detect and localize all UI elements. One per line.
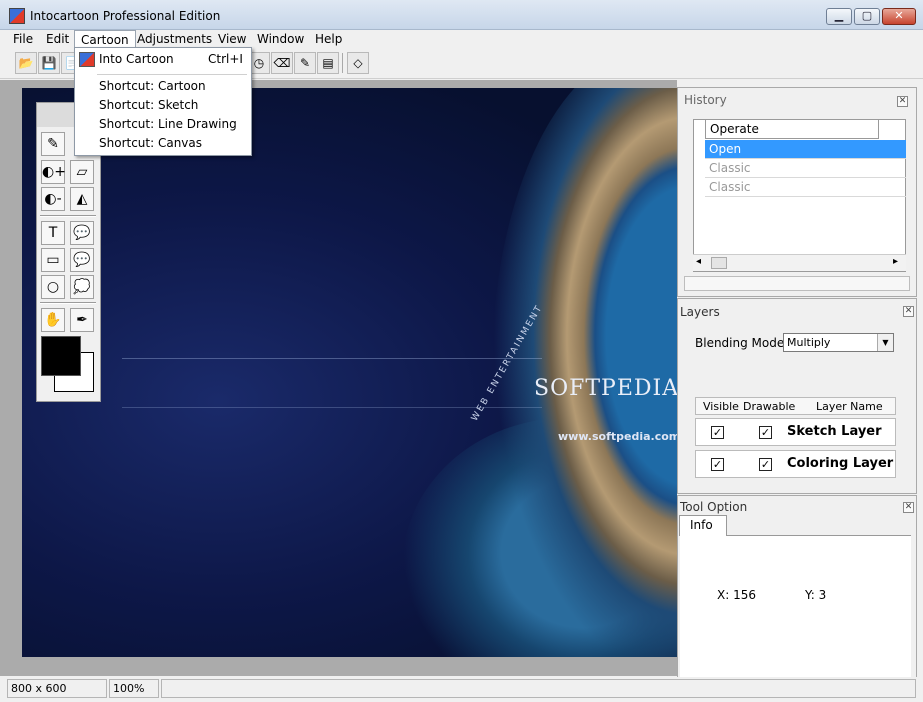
- menu-item-shortcut-canvas[interactable]: Shortcut: Canvas: [75, 134, 251, 153]
- scroll-thumb[interactable]: [711, 257, 727, 269]
- eraser-icon[interactable]: ▱: [70, 160, 94, 184]
- title-bar: Intocartoon Professional Edition ▁ ▢ ✕: [0, 0, 923, 30]
- layers-tools-icon[interactable]: ▤: [317, 52, 339, 74]
- visible-checkbox[interactable]: ✓: [711, 458, 724, 471]
- layer-row-sketch[interactable]: ✓ ✓ Sketch Layer: [695, 418, 896, 446]
- menu-item-shortcut-sketch[interactable]: Shortcut: Sketch: [75, 96, 251, 115]
- open-folder-icon[interactable]: 📂: [15, 52, 37, 74]
- menu-adjustments[interactable]: Adjustments: [131, 30, 218, 48]
- drawable-checkbox[interactable]: ✓: [759, 426, 772, 439]
- info-area: X: 156 Y: 3: [680, 535, 911, 688]
- history-row[interactable]: Classic: [705, 159, 906, 178]
- palette-separator: [40, 215, 96, 217]
- speech-bubble-round-icon[interactable]: 💬: [70, 248, 94, 272]
- scroll-right-icon[interactable]: ▸: [893, 256, 898, 267]
- status-message: [161, 679, 916, 698]
- blending-mode-select[interactable]: Multiply ▼: [783, 333, 894, 352]
- app-icon: [9, 8, 25, 24]
- menu-help[interactable]: Help: [309, 30, 348, 48]
- pencil-icon[interactable]: ✎: [41, 132, 65, 156]
- menu-file[interactable]: File: [7, 30, 39, 48]
- into-cartoon-icon: [79, 52, 95, 67]
- status-bar: 800 x 600 100%: [0, 677, 923, 702]
- close-button[interactable]: ✕: [882, 8, 916, 25]
- menu-item-shortcut-cartoon[interactable]: Shortcut: Cartoon: [75, 77, 251, 96]
- close-icon[interactable]: ✕: [903, 306, 914, 317]
- brush-tools-icon[interactable]: ✎: [294, 52, 316, 74]
- layer-row-coloring[interactable]: ✓ ✓ Coloring Layer: [695, 450, 896, 478]
- image-size-status: 800 x 600: [7, 679, 107, 698]
- remove-brush-icon[interactable]: ◐-: [41, 187, 65, 211]
- layer-name: Sketch Layer: [787, 424, 882, 439]
- watermark-title: SOFTPEDIA: [534, 376, 677, 401]
- eyedropper-icon[interactable]: ✒: [70, 308, 94, 332]
- history-scrollbar[interactable]: ◂ ▸: [693, 254, 906, 271]
- column-visible: Visible: [703, 400, 739, 413]
- layer-name: Coloring Layer: [787, 456, 894, 471]
- history-column-header[interactable]: Operate: [705, 120, 879, 139]
- image-canvas[interactable]: SOFTPEDIA www.softpedia.com WEB ENTERTAI…: [22, 88, 677, 657]
- layers-header: Visible Drawable Layer Name: [695, 397, 896, 415]
- history-row[interactable]: Open: [705, 140, 906, 159]
- history-grid: Operate Open Classic Classic: [693, 119, 906, 272]
- watermark-url: www.softpedia.com: [558, 430, 677, 443]
- ellipse-icon[interactable]: ○: [41, 275, 65, 299]
- thought-bubble-icon[interactable]: 💭: [70, 275, 94, 299]
- menu-separator: [97, 74, 247, 75]
- close-icon[interactable]: ✕: [897, 96, 908, 107]
- menu-item-into-cartoon[interactable]: Into Cartoon Ctrl+I: [75, 50, 251, 69]
- menu-edit[interactable]: Edit: [40, 30, 75, 48]
- layers-title: Layers: [680, 305, 720, 319]
- blending-mode-label: Blending Mode:: [695, 336, 789, 350]
- close-icon[interactable]: ✕: [903, 502, 914, 513]
- foreground-color-swatch[interactable]: [41, 336, 81, 376]
- hand-icon[interactable]: ✋: [41, 308, 65, 332]
- add-brush-icon[interactable]: ◐+: [41, 160, 66, 184]
- x-coordinate-readout: X: 156: [717, 588, 756, 602]
- drawable-checkbox[interactable]: ✓: [759, 458, 772, 471]
- history-row[interactable]: Classic: [705, 178, 906, 197]
- y-coordinate-readout: Y: 3: [805, 588, 827, 602]
- zoom-status: 100%: [109, 679, 159, 698]
- visible-checkbox[interactable]: ✓: [711, 426, 724, 439]
- column-layer-name: Layer Name: [816, 400, 883, 413]
- history-status-bar: [684, 276, 910, 291]
- eraser-icon[interactable]: ⌫: [271, 52, 293, 74]
- cartoon-menu: Into Cartoon Ctrl+I Shortcut: Cartoon Sh…: [74, 47, 252, 156]
- history-title: History: [684, 93, 727, 107]
- save-icon[interactable]: 💾: [38, 52, 60, 74]
- fill-icon[interactable]: ◭: [70, 187, 94, 211]
- chevron-down-icon[interactable]: ▼: [877, 334, 893, 351]
- scroll-left-icon[interactable]: ◂: [696, 256, 701, 267]
- tab-info[interactable]: Info: [679, 515, 727, 536]
- menu-window[interactable]: Window: [251, 30, 310, 48]
- toolbar-separator: [342, 53, 343, 73]
- rectangle-icon[interactable]: ▭: [41, 248, 65, 272]
- palette-separator: [40, 302, 96, 304]
- column-drawable: Drawable: [743, 400, 796, 413]
- text-tool-icon[interactable]: T: [41, 221, 65, 245]
- speech-bubble-rect-icon[interactable]: 💬: [70, 221, 94, 245]
- tool-option-title: Tool Option: [680, 500, 748, 514]
- menu-item-shortcut-line-drawing[interactable]: Shortcut: Line Drawing: [75, 115, 251, 134]
- menu-bar: File Edit Cartoon Adjustments View Windo…: [0, 30, 923, 49]
- maximize-button[interactable]: ▢: [854, 8, 880, 25]
- blending-mode-value: Multiply: [787, 336, 831, 349]
- minimize-button[interactable]: ▁: [826, 8, 852, 25]
- window-title: Intocartoon Professional Edition: [30, 9, 221, 23]
- menu-view[interactable]: View: [212, 30, 252, 48]
- book-icon[interactable]: ◇: [347, 52, 369, 74]
